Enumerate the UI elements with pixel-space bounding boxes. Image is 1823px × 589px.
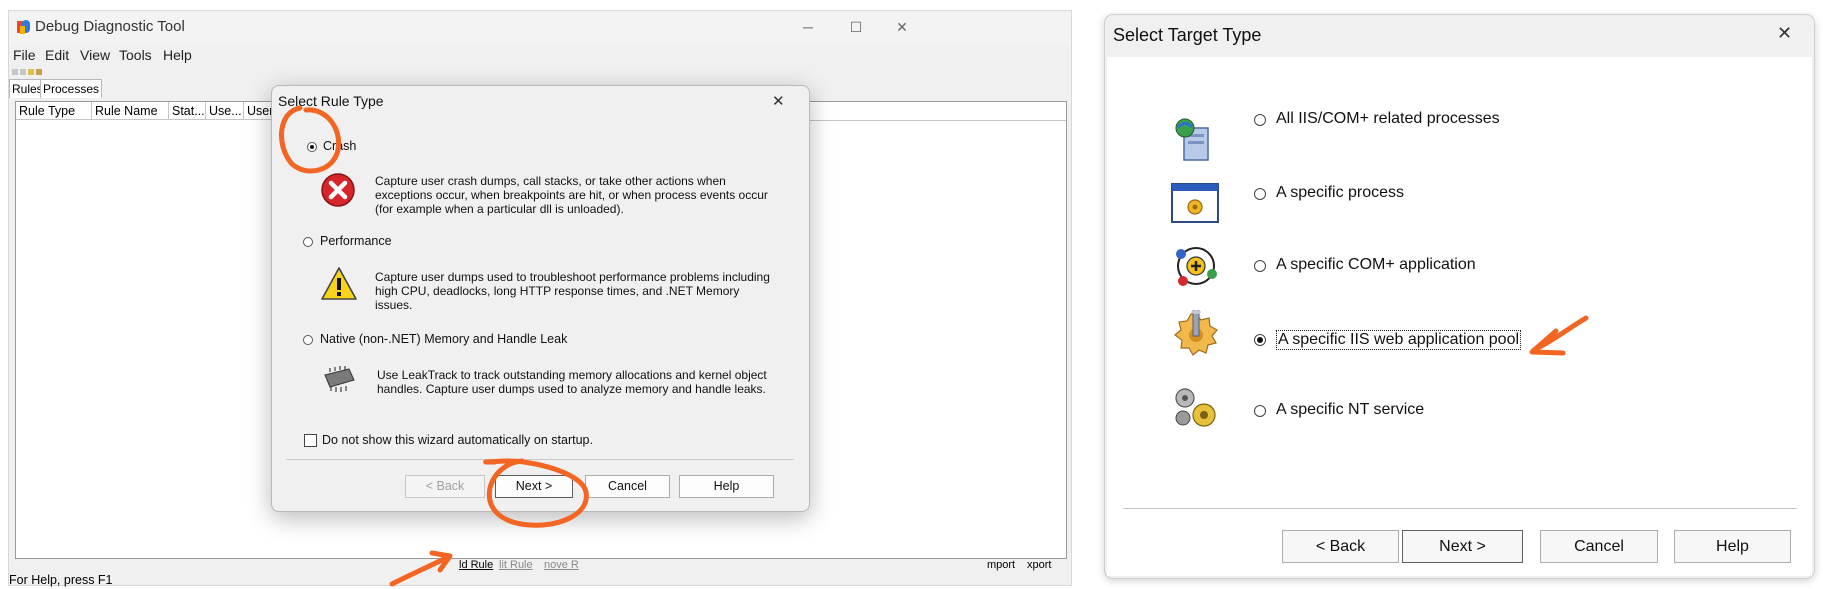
crash-label[interactable]: Crash [323, 139, 356, 153]
column-userdump[interactable]: Use... [206, 102, 244, 120]
folder-icon[interactable] [28, 69, 34, 75]
dialog-body: All IIS/COM+ related processes A specifi… [1107, 57, 1812, 576]
chip-icon [324, 366, 355, 392]
menu-help[interactable]: Help [163, 47, 192, 63]
startup-checkbox[interactable] [304, 434, 317, 447]
export-button[interactable]: xport [1027, 559, 1051, 571]
memory-leak-description: Use LeakTrack to track outstanding memor… [377, 368, 767, 396]
import-button[interactable]: mport [987, 559, 1015, 571]
close-button[interactable]: ✕ [888, 15, 916, 39]
com-plus-radio[interactable] [1254, 260, 1266, 272]
performance-label[interactable]: Performance [320, 234, 392, 248]
startup-checkbox-label[interactable]: Do not show this wizard automatically on… [322, 433, 593, 447]
menu-view[interactable]: View [80, 47, 110, 63]
performance-radio[interactable] [303, 237, 313, 247]
divider [286, 459, 794, 460]
error-icon [321, 173, 355, 207]
help-button[interactable]: Help [1674, 530, 1791, 563]
nt-service-radio[interactable] [1254, 405, 1266, 417]
help-button[interactable]: Help [679, 475, 774, 498]
crash-description: Capture user crash dumps, call stacks, o… [375, 174, 768, 216]
cancel-button[interactable]: Cancel [1540, 530, 1658, 563]
warning-icon [321, 267, 357, 300]
nt-service-label[interactable]: A specific NT service [1276, 401, 1424, 419]
select-rule-type-dialog: Select Rule Type ✕ Crash Capture user cr… [271, 85, 810, 512]
performance-description: Capture user dumps used to troubleshoot … [375, 270, 770, 312]
com-plus-label[interactable]: A specific COM+ application [1276, 256, 1476, 274]
iis-com-label[interactable]: All IIS/COM+ related processes [1276, 110, 1500, 128]
menu-tools[interactable]: Tools [119, 47, 152, 63]
iis-app-pool-label[interactable]: A specific IIS web application pool [1276, 330, 1522, 350]
column-user[interactable]: User [244, 102, 274, 120]
status-text: For Help, press F1 [9, 573, 113, 587]
service-gears-icon [1175, 388, 1216, 427]
close-icon[interactable]: ✕ [772, 92, 785, 110]
app-icon [17, 20, 30, 34]
edit-rule-button[interactable]: lit Rule [499, 559, 533, 571]
column-status[interactable]: Stat... [169, 102, 206, 120]
column-rule-name[interactable]: Rule Name [92, 102, 169, 120]
back-button[interactable]: < Back [1282, 530, 1399, 563]
next-button[interactable]: Next > [495, 475, 573, 498]
iis-com-radio[interactable] [1254, 114, 1266, 126]
rule-buttons: ld Rule lit Rule nove R mport xport [9, 559, 1071, 573]
dialog-title: Select Target Type [1113, 25, 1262, 45]
select-target-type-dialog: Select Target Type ✕ All IIS/COM+ relate… [1104, 14, 1815, 579]
window-title: Debug Diagnostic Tool [35, 18, 185, 35]
close-icon[interactable]: ✕ [1777, 23, 1792, 44]
divider [1123, 508, 1797, 509]
com-plus-icon [1176, 247, 1217, 286]
next-button[interactable]: Next > [1402, 530, 1523, 563]
memory-leak-radio[interactable] [303, 335, 313, 345]
specific-process-radio[interactable] [1254, 188, 1266, 200]
toolbar-icon[interactable] [20, 69, 26, 75]
menu-edit[interactable]: Edit [45, 47, 69, 63]
column-rule-type[interactable]: Rule Type [16, 102, 92, 120]
menu-file[interactable]: File [13, 47, 36, 63]
toolbar-icon[interactable] [36, 69, 42, 75]
add-rule-button[interactable]: ld Rule [459, 559, 493, 571]
cancel-button[interactable]: Cancel [585, 475, 670, 498]
memory-leak-label[interactable]: Native (non-.NET) Memory and Handle Leak [320, 332, 567, 346]
specific-process-label[interactable]: A specific process [1276, 184, 1404, 202]
dialog-title: Select Rule Type [278, 93, 384, 109]
gear-icon [1174, 310, 1218, 356]
remove-rule-button[interactable]: nove R [544, 559, 579, 571]
status-bar: For Help, press F1 [9, 573, 1071, 587]
menu-bar: File Edit View Tools Help [9, 45, 1071, 67]
title-bar: Debug Diagnostic Tool ─ ☐ ✕ [9, 11, 1071, 45]
toolbar [9, 67, 1071, 77]
toolbar-icon[interactable] [12, 69, 18, 75]
iis-app-pool-radio[interactable] [1254, 334, 1266, 346]
back-button[interactable]: < Back [405, 475, 485, 498]
maximize-button[interactable]: ☐ [842, 15, 870, 39]
tab-processes[interactable]: Processes [40, 79, 103, 98]
server-globe-icon [1175, 118, 1209, 161]
crash-radio[interactable] [307, 142, 317, 152]
minimize-button[interactable]: ─ [794, 15, 822, 39]
process-window-icon [1171, 183, 1219, 223]
